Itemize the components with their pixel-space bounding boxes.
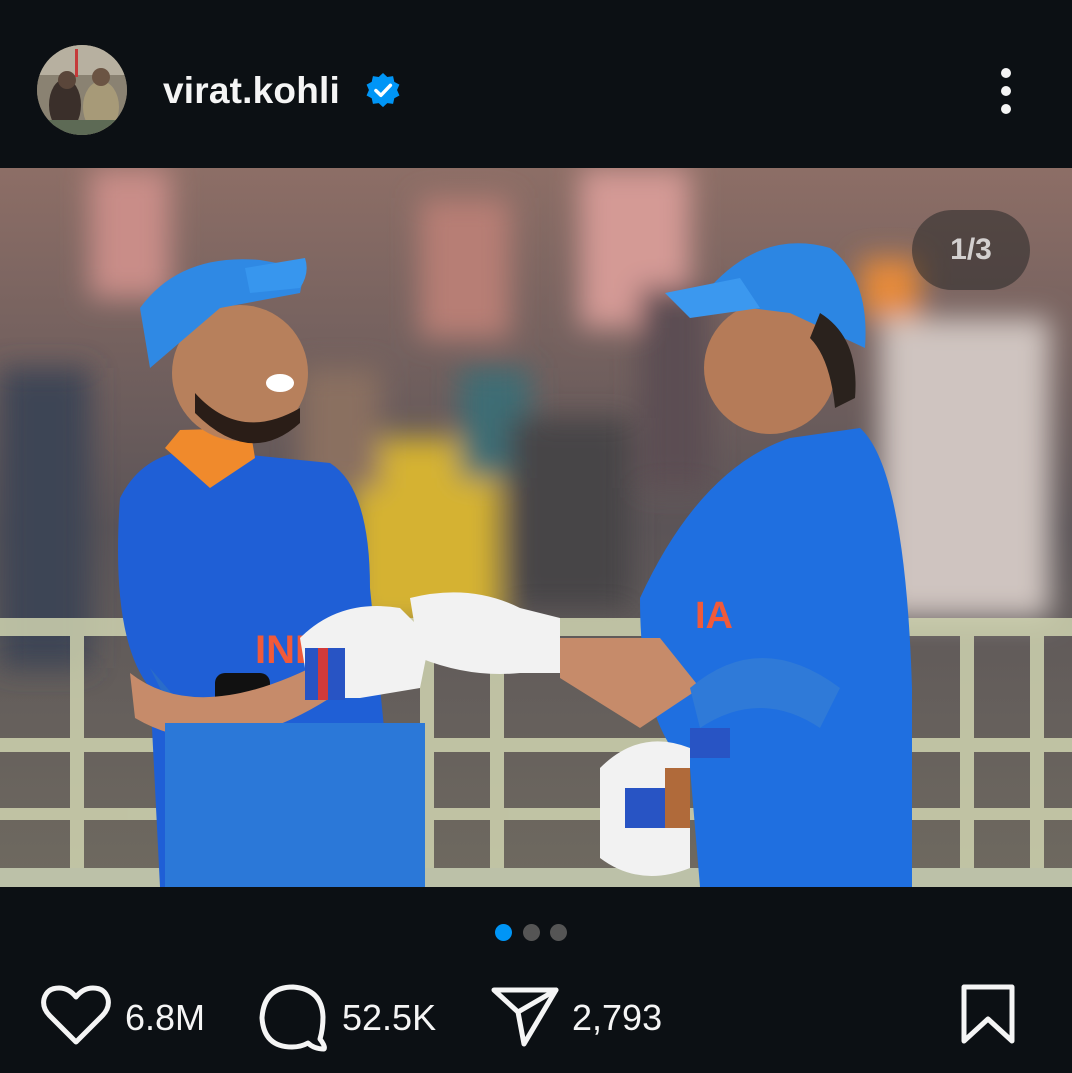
likes-count[interactable]: 6.8M bbox=[125, 996, 205, 1040]
username[interactable]: virat.kohli bbox=[163, 70, 340, 112]
paper-plane-icon[interactable] bbox=[490, 984, 560, 1048]
bookmark-icon[interactable] bbox=[958, 983, 1018, 1047]
comment-bubble-icon[interactable] bbox=[258, 983, 330, 1053]
carousel-dot-active bbox=[495, 924, 512, 941]
svg-text:IA: IA bbox=[695, 595, 733, 637]
media-counter: 1/3 bbox=[912, 210, 1030, 290]
carousel-indicator bbox=[495, 924, 575, 942]
heart-icon[interactable] bbox=[40, 984, 112, 1048]
post-image[interactable]: INDI IA bbox=[0, 168, 1072, 887]
avatar[interactable] bbox=[37, 45, 127, 135]
carousel-dot bbox=[523, 924, 540, 941]
post-header: virat.kohli bbox=[0, 0, 1072, 168]
comments-count[interactable]: 52.5K bbox=[342, 996, 436, 1040]
more-vertical-icon[interactable] bbox=[985, 64, 1027, 118]
verified-badge-icon bbox=[364, 72, 402, 110]
shares-count[interactable]: 2,793 bbox=[572, 996, 662, 1040]
carousel-dot bbox=[550, 924, 567, 941]
